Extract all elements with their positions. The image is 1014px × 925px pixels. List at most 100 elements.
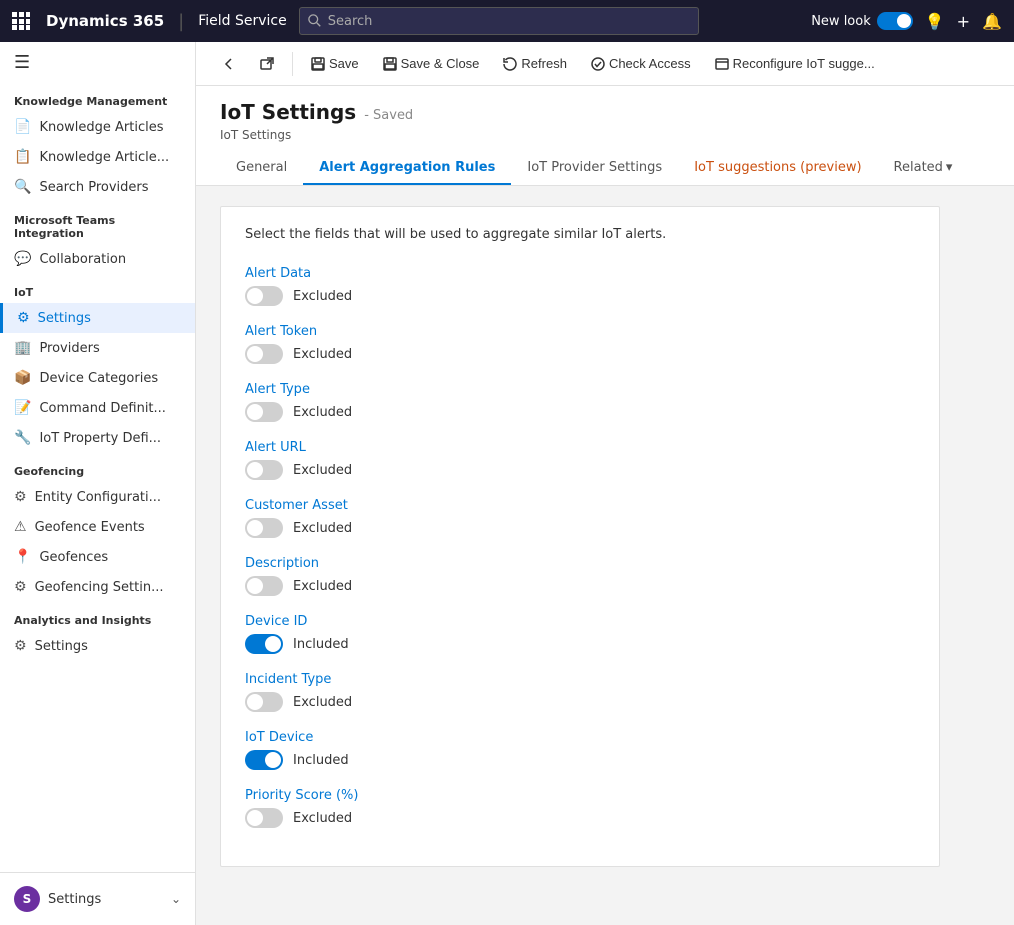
device-categories-icon: 📦 <box>14 370 31 386</box>
field-row-alert-url: Excluded <box>245 460 915 480</box>
cmd-separator-1 <box>292 52 293 76</box>
geofence-events-icon: ⚠ <box>14 519 27 535</box>
waffle-menu[interactable] <box>12 12 30 30</box>
new-look-toggle[interactable]: New look <box>811 12 913 30</box>
tab-alert-aggregation-rules[interactable]: Alert Aggregation Rules <box>303 152 511 185</box>
field-label-alert-token: Alert Token <box>245 324 915 339</box>
sidebar-bottom-settings[interactable]: S Settings ⌄ <box>0 879 195 919</box>
sidebar-item-knowledge-articles[interactable]: 📄 Knowledge Articles <box>0 112 195 142</box>
sidebar-label-geofence-events: Geofence Events <box>35 520 145 535</box>
field-label-alert-type: Alert Type <box>245 382 915 397</box>
sidebar-item-knowledge-articles-2[interactable]: 📋 Knowledge Article... <box>0 142 195 172</box>
field-row-customer-asset: Excluded <box>245 518 915 538</box>
refresh-button[interactable]: Refresh <box>493 51 577 76</box>
field-iot-device: IoT Device Included <box>245 730 915 770</box>
sidebar-bottom: S Settings ⌄ <box>0 872 195 925</box>
sidebar-label-iot-settings: Settings <box>38 311 91 326</box>
field-value-incident-type: Excluded <box>293 695 352 710</box>
toggle-iot-device[interactable] <box>245 750 283 770</box>
field-label-device-id: Device ID <box>245 614 915 629</box>
sidebar-label-iot-property-definitions: IoT Property Defi... <box>39 431 161 446</box>
related-chevron-icon: ▾ <box>946 160 953 175</box>
field-value-alert-type: Excluded <box>293 405 352 420</box>
sidebar-label-analytics-settings: Settings <box>35 639 88 654</box>
toggle-priority-score[interactable] <box>245 808 283 828</box>
geofencing-settings-icon: ⚙ <box>14 579 27 595</box>
save-button[interactable]: Save <box>301 51 369 76</box>
toggle-alert-data[interactable] <box>245 286 283 306</box>
field-alert-data: Alert Data Excluded <box>245 266 915 306</box>
sidebar-item-device-categories[interactable]: 📦 Device Categories <box>0 363 195 393</box>
toggle-customer-asset[interactable] <box>245 518 283 538</box>
sidebar-bottom-label: Settings <box>48 892 101 907</box>
new-look-switch[interactable] <box>877 12 913 30</box>
iot-settings-icon: ⚙ <box>17 310 30 326</box>
hamburger-button[interactable]: ☰ <box>0 42 195 83</box>
sidebar-item-geofencing-settings[interactable]: ⚙ Geofencing Settin... <box>0 572 195 602</box>
toggle-incident-type[interactable] <box>245 692 283 712</box>
field-row-alert-token: Excluded <box>245 344 915 364</box>
field-value-alert-token: Excluded <box>293 347 352 362</box>
sidebar-label-device-categories: Device Categories <box>39 371 158 386</box>
toggle-alert-type[interactable] <box>245 402 283 422</box>
sidebar-section-teams: Microsoft Teams Integration <box>0 202 195 244</box>
plus-icon[interactable]: + <box>957 12 970 31</box>
new-look-label: New look <box>811 14 871 29</box>
popout-button[interactable] <box>250 52 284 76</box>
field-row-iot-device: Included <box>245 750 915 770</box>
sidebar-item-entity-configurations[interactable]: ⚙ Entity Configurati... <box>0 482 195 512</box>
main-layout: ☰ Knowledge Management 📄 Knowledge Artic… <box>0 42 1014 925</box>
back-button[interactable] <box>212 52 246 76</box>
sidebar-item-geofences[interactable]: 📍 Geofences <box>0 542 195 572</box>
content-card-inner: Select the fields that will be used to a… <box>221 207 939 866</box>
tabs: General Alert Aggregation Rules IoT Prov… <box>220 152 990 185</box>
sidebar-section-geofencing: Geofencing <box>0 453 195 482</box>
bell-icon[interactable]: 🔔 <box>982 12 1002 31</box>
top-nav: Dynamics 365 | Field Service Search New … <box>0 0 1014 42</box>
content-description: Select the fields that will be used to a… <box>245 227 915 242</box>
sidebar-item-command-definitions[interactable]: 📝 Command Definit... <box>0 393 195 423</box>
check-access-button[interactable]: Check Access <box>581 51 701 76</box>
sidebar-section-knowledge-management: Knowledge Management <box>0 83 195 112</box>
save-close-button[interactable]: Save & Close <box>373 51 490 76</box>
search-bar[interactable]: Search <box>299 7 699 35</box>
sidebar-item-collaboration[interactable]: 💬 Collaboration <box>0 244 195 274</box>
tab-iot-suggestions[interactable]: IoT suggestions (preview) <box>678 152 877 185</box>
field-row-alert-data: Excluded <box>245 286 915 306</box>
analytics-settings-icon: ⚙ <box>14 638 27 654</box>
toggle-alert-url[interactable] <box>245 460 283 480</box>
sidebar-label-geofencing-settings: Geofencing Settin... <box>35 580 164 595</box>
tab-general[interactable]: General <box>220 152 303 185</box>
toggle-alert-token[interactable] <box>245 344 283 364</box>
field-alert-url: Alert URL Excluded <box>245 440 915 480</box>
page-subtitle: IoT Settings <box>220 128 990 142</box>
page-saved-status: - Saved <box>364 108 413 123</box>
toggle-description[interactable] <box>245 576 283 596</box>
sidebar: ☰ Knowledge Management 📄 Knowledge Artic… <box>0 42 196 925</box>
tab-iot-provider-settings[interactable]: IoT Provider Settings <box>511 152 678 185</box>
nav-separator: | <box>178 11 184 32</box>
sidebar-label-search-providers: Search Providers <box>39 180 148 195</box>
field-label-alert-url: Alert URL <box>245 440 915 455</box>
geofences-icon: 📍 <box>14 549 31 565</box>
sidebar-label-providers: Providers <box>39 341 99 356</box>
tab-related[interactable]: Related ▾ <box>878 152 969 185</box>
toggle-device-id[interactable] <box>245 634 283 654</box>
field-value-description: Excluded <box>293 579 352 594</box>
refresh-label: Refresh <box>521 56 567 71</box>
sidebar-item-providers[interactable]: 🏢 Providers <box>0 333 195 363</box>
sidebar-item-iot-settings[interactable]: ⚙ Settings <box>0 303 195 333</box>
reconfigure-button[interactable]: Reconfigure IoT sugge... <box>705 51 885 76</box>
field-value-priority-score: Excluded <box>293 811 352 826</box>
sidebar-item-search-providers[interactable]: 🔍 Search Providers <box>0 172 195 202</box>
sidebar-item-geofence-events[interactable]: ⚠ Geofence Events <box>0 512 195 542</box>
iot-property-definitions-icon: 🔧 <box>14 430 31 446</box>
sidebar-section-analytics: Analytics and Insights <box>0 602 195 631</box>
sidebar-item-analytics-settings[interactable]: ⚙ Settings <box>0 631 195 661</box>
field-row-description: Excluded <box>245 576 915 596</box>
field-value-alert-url: Excluded <box>293 463 352 478</box>
lightbulb-icon[interactable]: 💡 <box>925 12 945 31</box>
sidebar-item-iot-property-definitions[interactable]: 🔧 IoT Property Defi... <box>0 423 195 453</box>
sidebar-label-entity-configurations: Entity Configurati... <box>35 490 161 505</box>
entity-configurations-icon: ⚙ <box>14 489 27 505</box>
